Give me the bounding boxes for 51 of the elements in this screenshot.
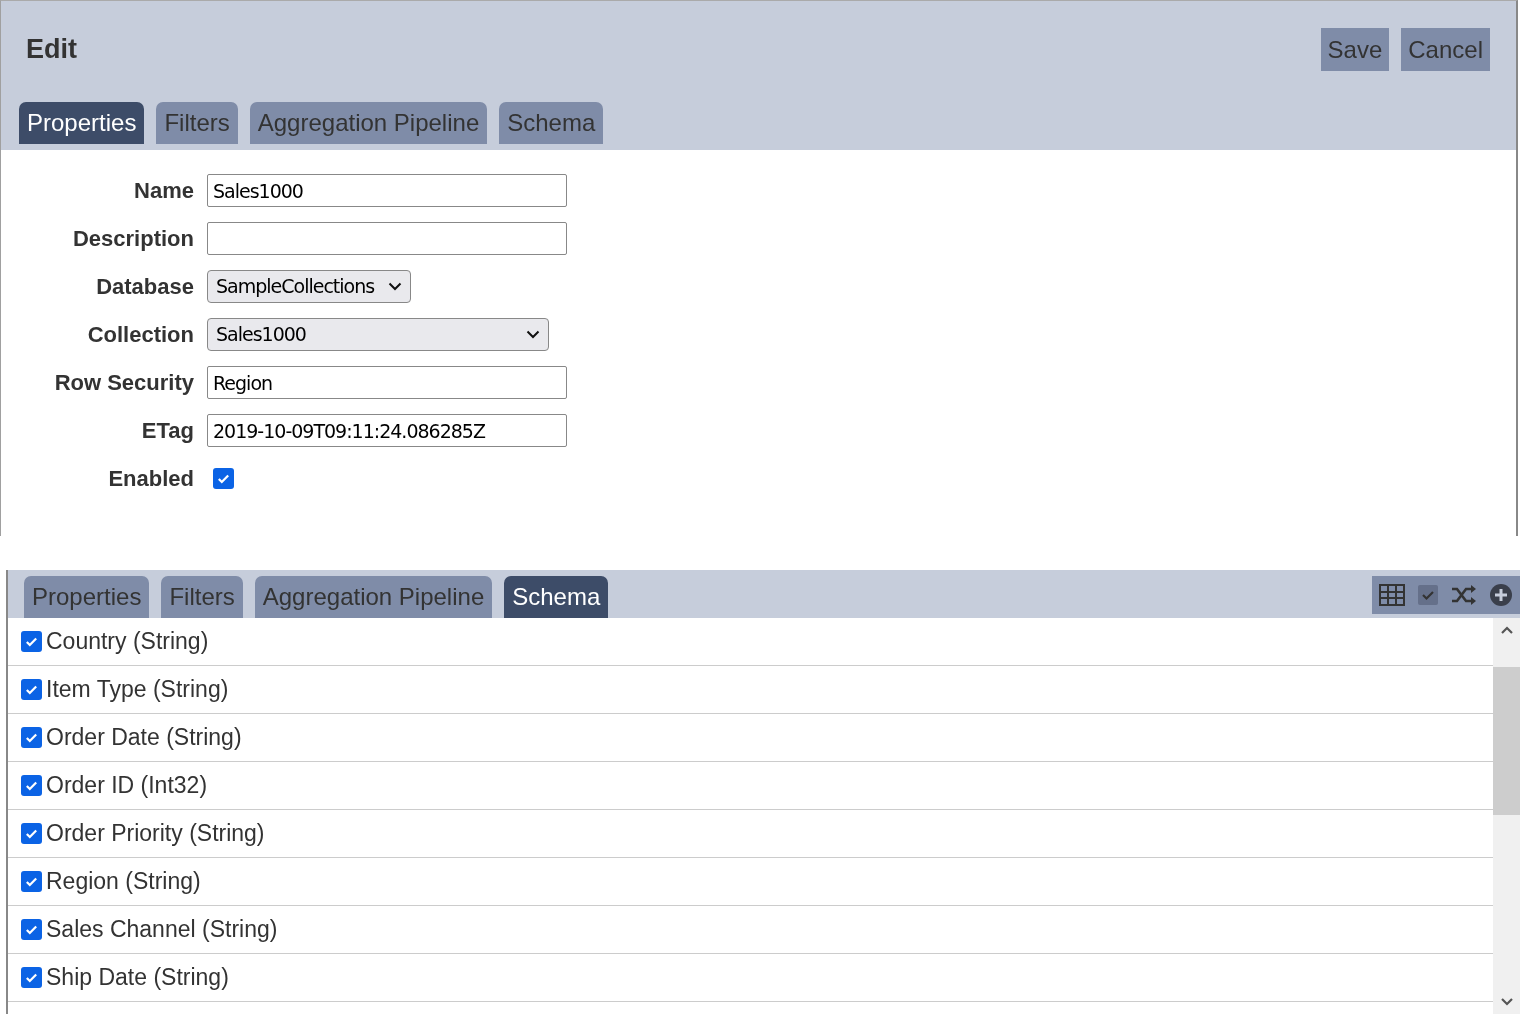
checkbox[interactable] — [21, 871, 42, 892]
field-name: Sales Channel (String) — [46, 915, 278, 945]
field-label: Collection — [86, 321, 194, 349]
text-field[interactable] — [207, 222, 567, 255]
checkbox[interactable] — [21, 727, 42, 748]
checkbox[interactable] — [213, 468, 234, 489]
table-icon[interactable] — [1379, 584, 1405, 606]
shuffle-icon[interactable] — [1451, 585, 1477, 605]
chevron-up-icon[interactable] — [1500, 626, 1513, 634]
tab[interactable]: Properties — [24, 576, 150, 618]
checkbox[interactable] — [21, 919, 42, 940]
checkbox[interactable] — [21, 967, 42, 988]
field-name: Order Priority (String) — [46, 819, 265, 849]
field-label: Enabled — [107, 465, 194, 493]
checkbox[interactable] — [21, 631, 42, 652]
dropdown[interactable]: Sales1000 — [207, 318, 549, 351]
field-name: Country (String) — [46, 627, 209, 657]
field-label: Row Security — [53, 369, 194, 397]
text-field[interactable]: 2019-10-09T09:11:24.086285Z — [207, 414, 567, 447]
field-name: Order Date (String) — [46, 723, 242, 753]
field-name: Ship Date (String) — [46, 963, 229, 993]
field-name: Item Type (String) — [46, 675, 229, 705]
tab[interactable]: Filters — [161, 576, 243, 618]
action-button[interactable]: Save — [1320, 28, 1390, 71]
text-field[interactable]: Sales1000 — [207, 174, 567, 207]
dropdown[interactable]: SampleCollections — [207, 270, 411, 303]
chevron-down-icon — [388, 282, 402, 291]
tab[interactable]: Properties — [19, 102, 145, 144]
field-name: Region (String) — [46, 867, 201, 897]
tab[interactable]: Aggregation Pipeline — [249, 102, 488, 144]
checkbox[interactable] — [21, 679, 42, 700]
chevron-down-icon — [526, 330, 540, 339]
scrollbar-thumb[interactable] — [1493, 667, 1520, 815]
tab[interactable]: Aggregation Pipeline — [254, 576, 493, 618]
tab[interactable]: Schema — [499, 102, 604, 144]
action-button[interactable]: Cancel — [1401, 28, 1490, 71]
field-name: Order ID (Int32) — [46, 771, 208, 801]
tab[interactable]: Filters — [156, 102, 238, 144]
field-label: Name — [133, 177, 194, 205]
page-title: Edit — [25, 33, 77, 67]
chevron-down-icon[interactable] — [1500, 998, 1513, 1006]
field-label: Database — [95, 273, 194, 301]
checkbox[interactable] — [21, 823, 42, 844]
add-icon[interactable] — [1489, 583, 1513, 607]
checkbox[interactable] — [21, 775, 42, 796]
scrollbar[interactable] — [1493, 618, 1520, 1014]
field-label: ETag — [140, 417, 194, 445]
checkbox-icon[interactable] — [1417, 584, 1439, 606]
text-field[interactable]: Region — [207, 366, 567, 399]
tab[interactable]: Schema — [504, 576, 609, 618]
field-label: Description — [71, 225, 194, 253]
